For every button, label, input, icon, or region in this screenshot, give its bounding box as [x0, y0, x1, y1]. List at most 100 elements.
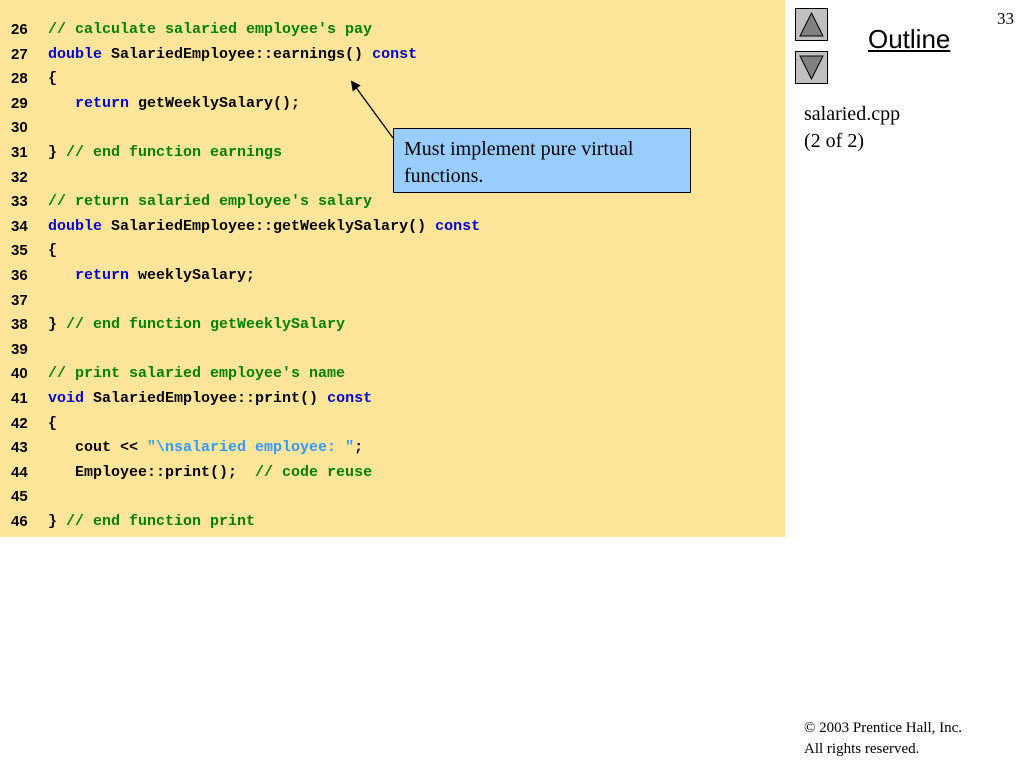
code-string: "\nsalaried employee: " — [147, 439, 355, 457]
page-number: 33 — [997, 9, 1014, 28]
code-keyword: double — [48, 45, 103, 63]
code-text: } // end function getWeeklySalary — [48, 313, 345, 338]
code-text: { — [48, 412, 57, 437]
code-text: void SalariedEmployee::print() const — [48, 387, 372, 412]
code-text: Employee::print(); — [48, 463, 256, 481]
code-line: 42 { — [0, 412, 785, 437]
code-comment: // print salaried employee's name — [48, 365, 346, 383]
triangle-up-icon — [799, 11, 824, 37]
code-text: Employee::print(); // code reuse — [48, 461, 372, 486]
line-number: 39 — [11, 340, 28, 358]
code-line: 37 — [0, 289, 785, 314]
line-number: 45 — [11, 488, 28, 506]
line-number: 41 — [11, 389, 28, 407]
line-number: 38 — [11, 316, 28, 334]
copyright-line2: All rights reserved. — [804, 741, 920, 757]
file-name: salaried.cpp — [804, 103, 901, 125]
code-panel: 26 // calculate salaried employee's pay 27… — [0, 0, 785, 537]
code-text: { — [48, 67, 57, 92]
code-text: } // end function earnings — [48, 141, 282, 166]
code-keyword: return — [75, 266, 130, 284]
line-number: 34 — [11, 217, 28, 235]
code-text: return getWeeklySalary(); — [48, 92, 300, 117]
code-text: weeklySalary; — [129, 266, 256, 284]
file-info: salaried.cpp (2 of 2) — [804, 101, 900, 155]
code-comment: // return salaried employee's salary — [48, 193, 373, 211]
code-keyword: return — [75, 94, 130, 112]
line-number: 44 — [11, 463, 28, 481]
code-line: 38} // end function getWeeklySalary — [0, 313, 785, 338]
callout-box: Must implement pure virtual functions. — [393, 128, 691, 193]
triangle-down-icon — [799, 55, 824, 81]
code-keyword: const — [372, 45, 418, 63]
line-number: 27 — [11, 45, 28, 63]
code-line: 45 — [0, 485, 785, 510]
code-text: { — [48, 239, 57, 264]
line-number: 37 — [11, 291, 28, 309]
line-number: 33 — [11, 193, 28, 211]
code-comment: // calculate salaried employee's pay — [48, 21, 373, 38]
code-text: cout << — [48, 439, 148, 457]
code-line: 26 // calculate salaried employee's pay — [0, 18, 785, 43]
code-keyword: void — [48, 389, 85, 407]
code-line: 28 { — [0, 67, 785, 92]
code-text: cout << "\nsalaried employee: "; — [48, 436, 363, 461]
code-text: } — [48, 512, 67, 530]
code-text: ; — [354, 439, 364, 457]
outline-link[interactable]: Outline — [868, 24, 950, 55]
line-number: 26 — [11, 21, 28, 38]
copyright-line1: © 2003 Prentice Hall, Inc. — [804, 720, 963, 736]
code-line: 36 return weeklySalary; — [0, 264, 785, 289]
code-text: } — [48, 316, 67, 334]
code-text: double SalariedEmployee::getWeeklySalary… — [48, 215, 480, 240]
code-comment: // end function getWeeklySalary — [66, 316, 346, 334]
code-line: 46} // end function print — [0, 510, 785, 535]
code-listing: 26 // calculate salaried employee's pay 27… — [0, 18, 785, 534]
line-number: 46 — [11, 512, 28, 530]
code-line: 43 cout << "\nsalaried employee: "; — [0, 436, 785, 461]
code-text: SalariedEmployee::getWeeklySalary() — [102, 217, 436, 235]
previous-slide-button[interactable] — [795, 8, 828, 41]
line-number: 36 — [11, 266, 28, 284]
code-text: { — [48, 242, 58, 260]
code-text: // print salaried employee's name — [48, 362, 345, 387]
code-text: } // end function print — [48, 510, 255, 535]
line-number: 43 — [11, 439, 28, 457]
code-line: 39 — [0, 338, 785, 363]
code-line: 35 { — [0, 239, 785, 264]
code-line: 29 return getWeeklySalary(); — [0, 92, 785, 117]
code-text: double SalariedEmployee::earnings() cons… — [48, 43, 417, 68]
line-number: 30 — [11, 119, 28, 137]
file-part: (2 of 2) — [804, 130, 864, 152]
code-keyword: const — [327, 389, 373, 407]
next-slide-button[interactable] — [795, 51, 828, 84]
copyright-notice: © 2003 Prentice Hall, Inc. All rights re… — [804, 718, 962, 760]
line-number: 32 — [11, 168, 28, 186]
code-keyword: double — [48, 217, 103, 235]
code-line: 34 double SalariedEmployee::getWeeklySala… — [0, 215, 785, 240]
code-text: SalariedEmployee::print() — [84, 389, 328, 407]
code-comment: // end function earnings — [66, 143, 283, 161]
line-number: 42 — [11, 414, 28, 432]
code-line: 44 Employee::print(); // code reuse — [0, 461, 785, 486]
code-text: // calculate salaried employee's pay — [48, 18, 372, 43]
code-line: 27 double SalariedEmployee::earnings() co… — [0, 43, 785, 68]
code-line: 40 // print salaried employee's name — [0, 362, 785, 387]
code-comment: // end function print — [66, 512, 256, 530]
code-text: } — [48, 143, 67, 161]
code-comment: // code reuse — [255, 463, 373, 481]
code-keyword: const — [435, 217, 481, 235]
code-line: 33 // return salaried employee's salary — [0, 190, 785, 215]
line-number: 40 — [11, 365, 28, 383]
line-number: 35 — [11, 242, 28, 260]
callout-text-line1: Must implement pure virtual — [404, 138, 634, 160]
code-text: SalariedEmployee::earnings() — [102, 45, 373, 63]
code-text: return weeklySalary; — [48, 264, 255, 289]
code-line: 41 void SalariedEmployee::print() const — [0, 387, 785, 412]
code-text: { — [48, 414, 58, 432]
code-text: getWeeklySalary(); — [129, 94, 301, 112]
code-text: // return salaried employee's salary — [48, 190, 372, 215]
line-number: 31 — [11, 143, 28, 161]
